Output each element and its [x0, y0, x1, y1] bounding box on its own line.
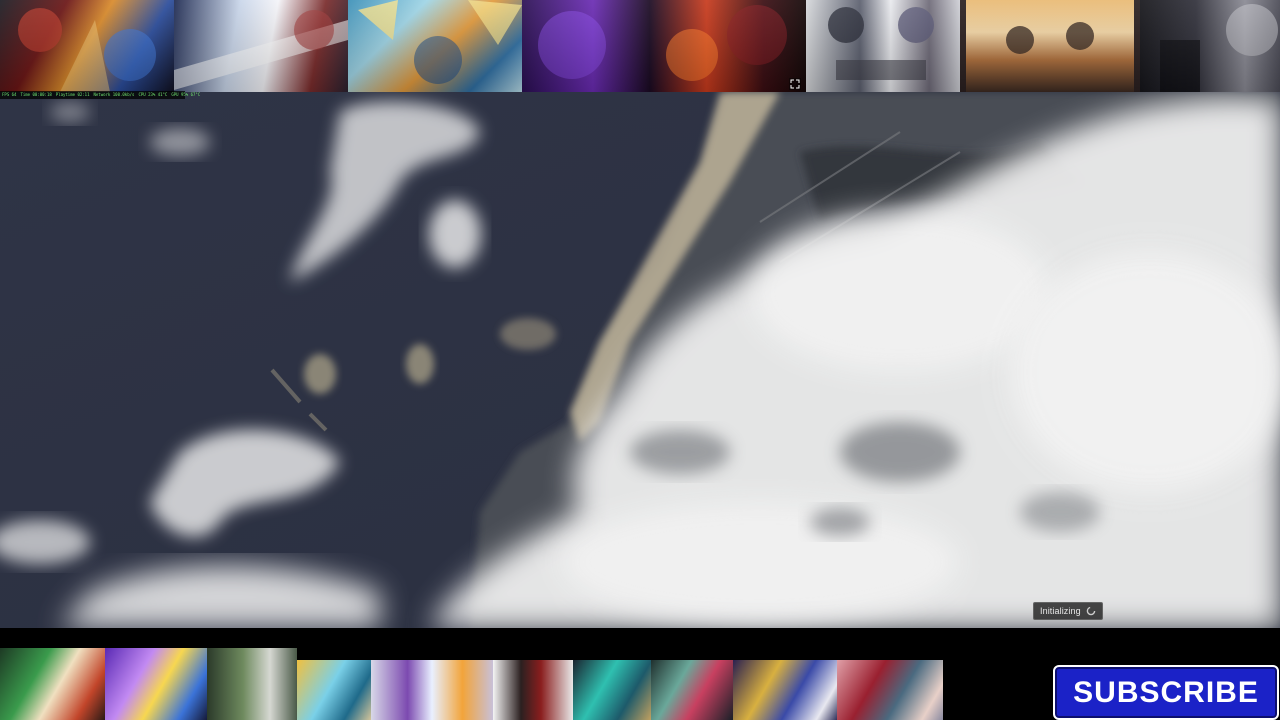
thumbnail-samurai[interactable]: [493, 660, 573, 720]
thumbnail-anime-fight-red[interactable]: [0, 0, 174, 92]
thumbnail-art: [1160, 4, 1278, 92]
thumbnail-mech-knight[interactable]: [733, 660, 837, 720]
game-viewport[interactable]: [0, 92, 1280, 628]
top-thumbnail-strip: [0, 0, 1280, 92]
thumbnail-hunter-duo[interactable]: [207, 648, 297, 720]
initializing-label: Initializing: [1040, 606, 1081, 616]
thumbnail-purple-aura[interactable]: [522, 0, 806, 92]
playtime-stat: Playtime 02:11: [55, 92, 90, 97]
subscribe-label: SUBSCRIBE: [1073, 675, 1259, 709]
bottom-thumbnail-strip: [0, 648, 943, 720]
performance-stats-overlay: FPS 64 Time 00:00:18 Playtime 02:11 Netw…: [0, 91, 200, 99]
thumbnail-art: [18, 8, 156, 92]
time-stat: Time 00:00:18: [20, 92, 52, 97]
thumbnail-red-kimono[interactable]: [837, 660, 943, 720]
thumbnail-super-saiyan[interactable]: [348, 0, 522, 92]
gpu-stat: GPU 95% 67°C: [171, 92, 201, 97]
thumbnail-art: [174, 10, 348, 90]
network-stat: Network 100.0kb/s: [93, 92, 135, 97]
thumbnail-lightning-purple[interactable]: [105, 648, 207, 720]
stream-screen: FPS 64 Time 00:00:18 Playtime 02:11 Netw…: [0, 0, 1280, 720]
thumbnail-anime-battle-blue[interactable]: [174, 0, 348, 92]
thumbnail-blue-flame[interactable]: [297, 660, 371, 720]
thumbnail-art: [960, 0, 1140, 92]
thumbnail-sunset-duo[interactable]: [960, 0, 1140, 92]
thumbnail-crowd-fight[interactable]: [651, 660, 733, 720]
fullscreen-icon[interactable]: [789, 78, 801, 90]
thumbnail-dark-moon[interactable]: [1140, 0, 1280, 92]
subscribe-button[interactable]: SUBSCRIBE: [1053, 665, 1279, 720]
spinner-icon: [1086, 606, 1096, 616]
aerial-scene: [0, 92, 1280, 628]
cpu-stat: CPU 23% 41°C: [138, 92, 168, 97]
thumbnail-swordsman-teal[interactable]: [573, 660, 651, 720]
thumbnail-saiyan-clash[interactable]: [371, 660, 493, 720]
thumbnail-art: [358, 0, 522, 84]
thumbnail-chess-scene[interactable]: [806, 0, 960, 92]
thumbnail-art: [828, 7, 934, 80]
thumbnail-art: [538, 5, 787, 81]
initializing-badge: Initializing: [1033, 602, 1103, 620]
thumbnail-hero-green[interactable]: [0, 648, 105, 720]
fps-stat: FPS 64: [2, 92, 17, 97]
